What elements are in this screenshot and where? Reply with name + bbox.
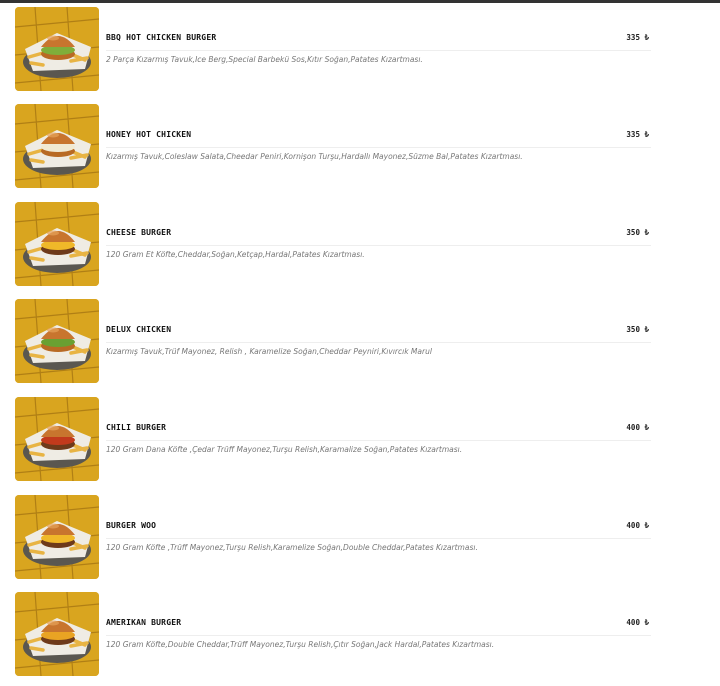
menu-item[interactable]: BURGER WOO 400 ₺ 120 Gram Köfte ,Trüff M… [15, 495, 655, 581]
burger-photo-icon[interactable] [15, 202, 99, 286]
item-divider [106, 245, 651, 246]
item-name: HONEY HOT CHICKEN [106, 130, 192, 139]
menu-item[interactable]: HONEY HOT CHICKEN 335 ₺ Kızarmış Tavuk,C… [15, 104, 655, 190]
item-price: 335 ₺ [626, 130, 649, 139]
item-divider [106, 50, 651, 51]
top-border [0, 0, 720, 3]
menu-item[interactable]: CHILI BURGER 400 ₺ 120 Gram Dana Köfte ,… [15, 397, 655, 483]
burger-photo-icon[interactable] [15, 397, 99, 481]
burger-photo-icon[interactable] [15, 592, 99, 676]
burger-photo-icon[interactable] [15, 495, 99, 579]
item-price: 400 ₺ [626, 521, 649, 530]
item-price: 350 ₺ [626, 228, 649, 237]
menu-item[interactable]: DELUX CHICKEN 350 ₺ Kızarmış Tavuk,Trüf … [15, 299, 655, 385]
menu-item[interactable]: AMERIKAN BURGER 400 ₺ 120 Gram Köfte,Dou… [15, 592, 655, 678]
item-name: DELUX CHICKEN [106, 325, 172, 334]
item-price: 400 ₺ [626, 423, 649, 432]
item-price: 335 ₺ [626, 33, 649, 42]
item-divider [106, 538, 651, 539]
item-price: 400 ₺ [626, 618, 649, 627]
item-divider [106, 342, 651, 343]
item-divider [106, 440, 651, 441]
item-name: BURGER WOO [106, 521, 157, 530]
item-name: BBQ HOT CHICKEN BURGER [106, 33, 217, 42]
item-description: Kızarmış Tavuk,Coleslaw Salata,Cheedar P… [106, 152, 523, 161]
item-description: 120 Gram Köfte ,Trüff Mayonez,Turşu Reli… [106, 543, 478, 552]
burger-photo-icon[interactable] [15, 299, 99, 383]
menu-item[interactable]: CHEESE BURGER 350 ₺ 120 Gram Et Köfte,Ch… [15, 202, 655, 288]
item-description: 120 Gram Et Köfte,Cheddar,Soğan,Ketçap,H… [106, 250, 365, 259]
item-description: Kızarmış Tavuk,Trüf Mayonez, Relish , Ka… [106, 347, 432, 356]
item-price: 350 ₺ [626, 325, 649, 334]
item-divider [106, 147, 651, 148]
item-name: AMERIKAN BURGER [106, 618, 182, 627]
menu-item[interactable]: BBQ HOT CHICKEN BURGER 335 ₺ 2 Parça Kız… [15, 7, 655, 93]
item-description: 2 Parça Kızarmış Tavuk,Ice Berg,Special … [106, 55, 423, 64]
item-divider [106, 635, 651, 636]
item-name: CHEESE BURGER [106, 228, 172, 237]
item-description: 120 Gram Köfte,Double Cheddar,Trüff Mayo… [106, 640, 495, 649]
item-description: 120 Gram Dana Köfte ,Çedar Trüff Mayonez… [106, 445, 463, 454]
burger-photo-icon[interactable] [15, 7, 99, 91]
item-name: CHILI BURGER [106, 423, 167, 432]
burger-photo-icon[interactable] [15, 104, 99, 188]
